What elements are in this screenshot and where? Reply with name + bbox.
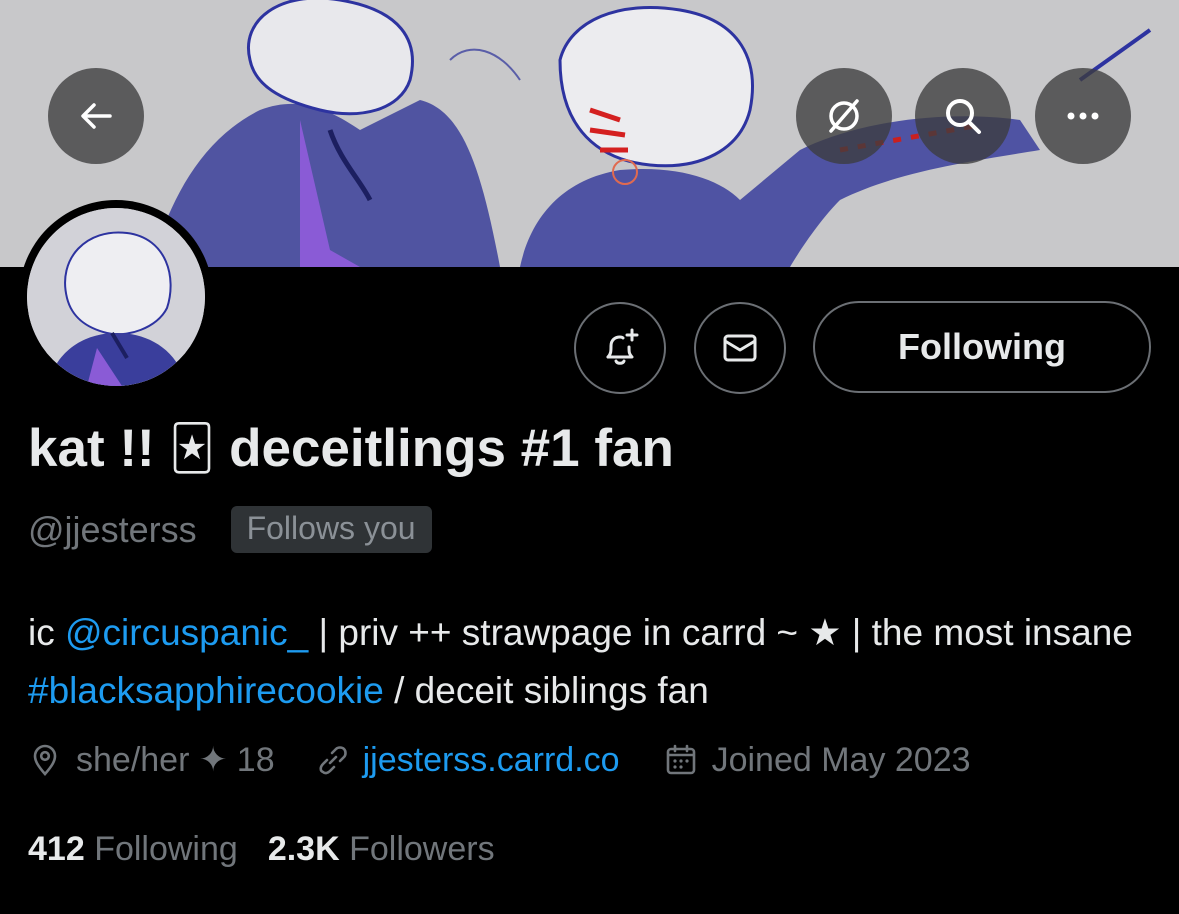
follow-stats: 412 Following 2.3K Followers xyxy=(28,830,495,869)
display-name-part2: deceitlings #1 fan xyxy=(214,419,674,478)
back-button[interactable] xyxy=(48,68,144,164)
joined-date: Joined May 2023 xyxy=(711,740,971,779)
bio-text-3: / deceit siblings fan xyxy=(383,670,709,711)
bio-text-2: | priv ++ strawpage in carrd ~ ★ | the m… xyxy=(308,612,1133,653)
following-label: Following xyxy=(94,830,238,868)
calendar-icon xyxy=(666,744,695,775)
website-item[interactable]: jjesterss.carrd.co xyxy=(315,741,620,780)
search-button[interactable] xyxy=(915,68,1011,164)
follows-you-badge: Follows you xyxy=(230,506,432,553)
followers-count: 2.3K xyxy=(267,830,340,868)
joker-card-emoji: 🃏 xyxy=(169,424,215,473)
profile-bio: ic @circuspanic_ | priv ++ strawpage in … xyxy=(28,604,1148,720)
arrow-left-icon xyxy=(81,103,112,129)
bell-plus-icon xyxy=(606,328,639,365)
slashed-circle-icon xyxy=(829,99,859,133)
location-pin-icon xyxy=(33,744,57,776)
more-horizontal-icon xyxy=(1067,112,1099,120)
handle-row: @jjesterss Follows you xyxy=(28,506,432,553)
search-icon xyxy=(946,99,981,134)
bio-mention-link[interactable]: @circuspanic_ xyxy=(65,612,308,653)
bio-text-1: ic xyxy=(28,612,65,653)
location-text: she/her ✦ 18 xyxy=(76,741,275,779)
bio-hashtag-link[interactable]: #blacksapphirecookie xyxy=(28,670,384,711)
notifications-button[interactable] xyxy=(574,302,666,394)
following-count: 412 xyxy=(28,830,85,868)
username-handle: @jjesterss xyxy=(28,508,197,550)
display-name-part1: kat !! xyxy=(28,419,170,478)
followers-count-link[interactable]: 2.3K Followers xyxy=(268,830,495,869)
display-name: kat !! 🃏 deceitlings #1 fan xyxy=(28,418,674,479)
location-item: she/her ✦ 18 xyxy=(28,740,275,780)
profile-meta: she/her ✦ 18 jjesterss.carrd.co Joined M… xyxy=(28,740,971,780)
following-button-label: Following xyxy=(898,326,1066,367)
avatar-image xyxy=(27,208,205,386)
message-button[interactable] xyxy=(694,302,786,394)
followers-label: Followers xyxy=(349,830,495,868)
joined-item: Joined May 2023 xyxy=(664,741,971,780)
website-link[interactable]: jjesterss.carrd.co xyxy=(363,741,620,780)
more-button[interactable] xyxy=(1035,68,1131,164)
grok-button[interactable] xyxy=(796,68,892,164)
following-button[interactable]: Following xyxy=(813,301,1151,393)
following-count-link[interactable]: 412 Following xyxy=(28,830,238,869)
link-icon xyxy=(319,746,347,775)
envelope-icon xyxy=(723,334,757,362)
avatar[interactable] xyxy=(19,200,213,394)
